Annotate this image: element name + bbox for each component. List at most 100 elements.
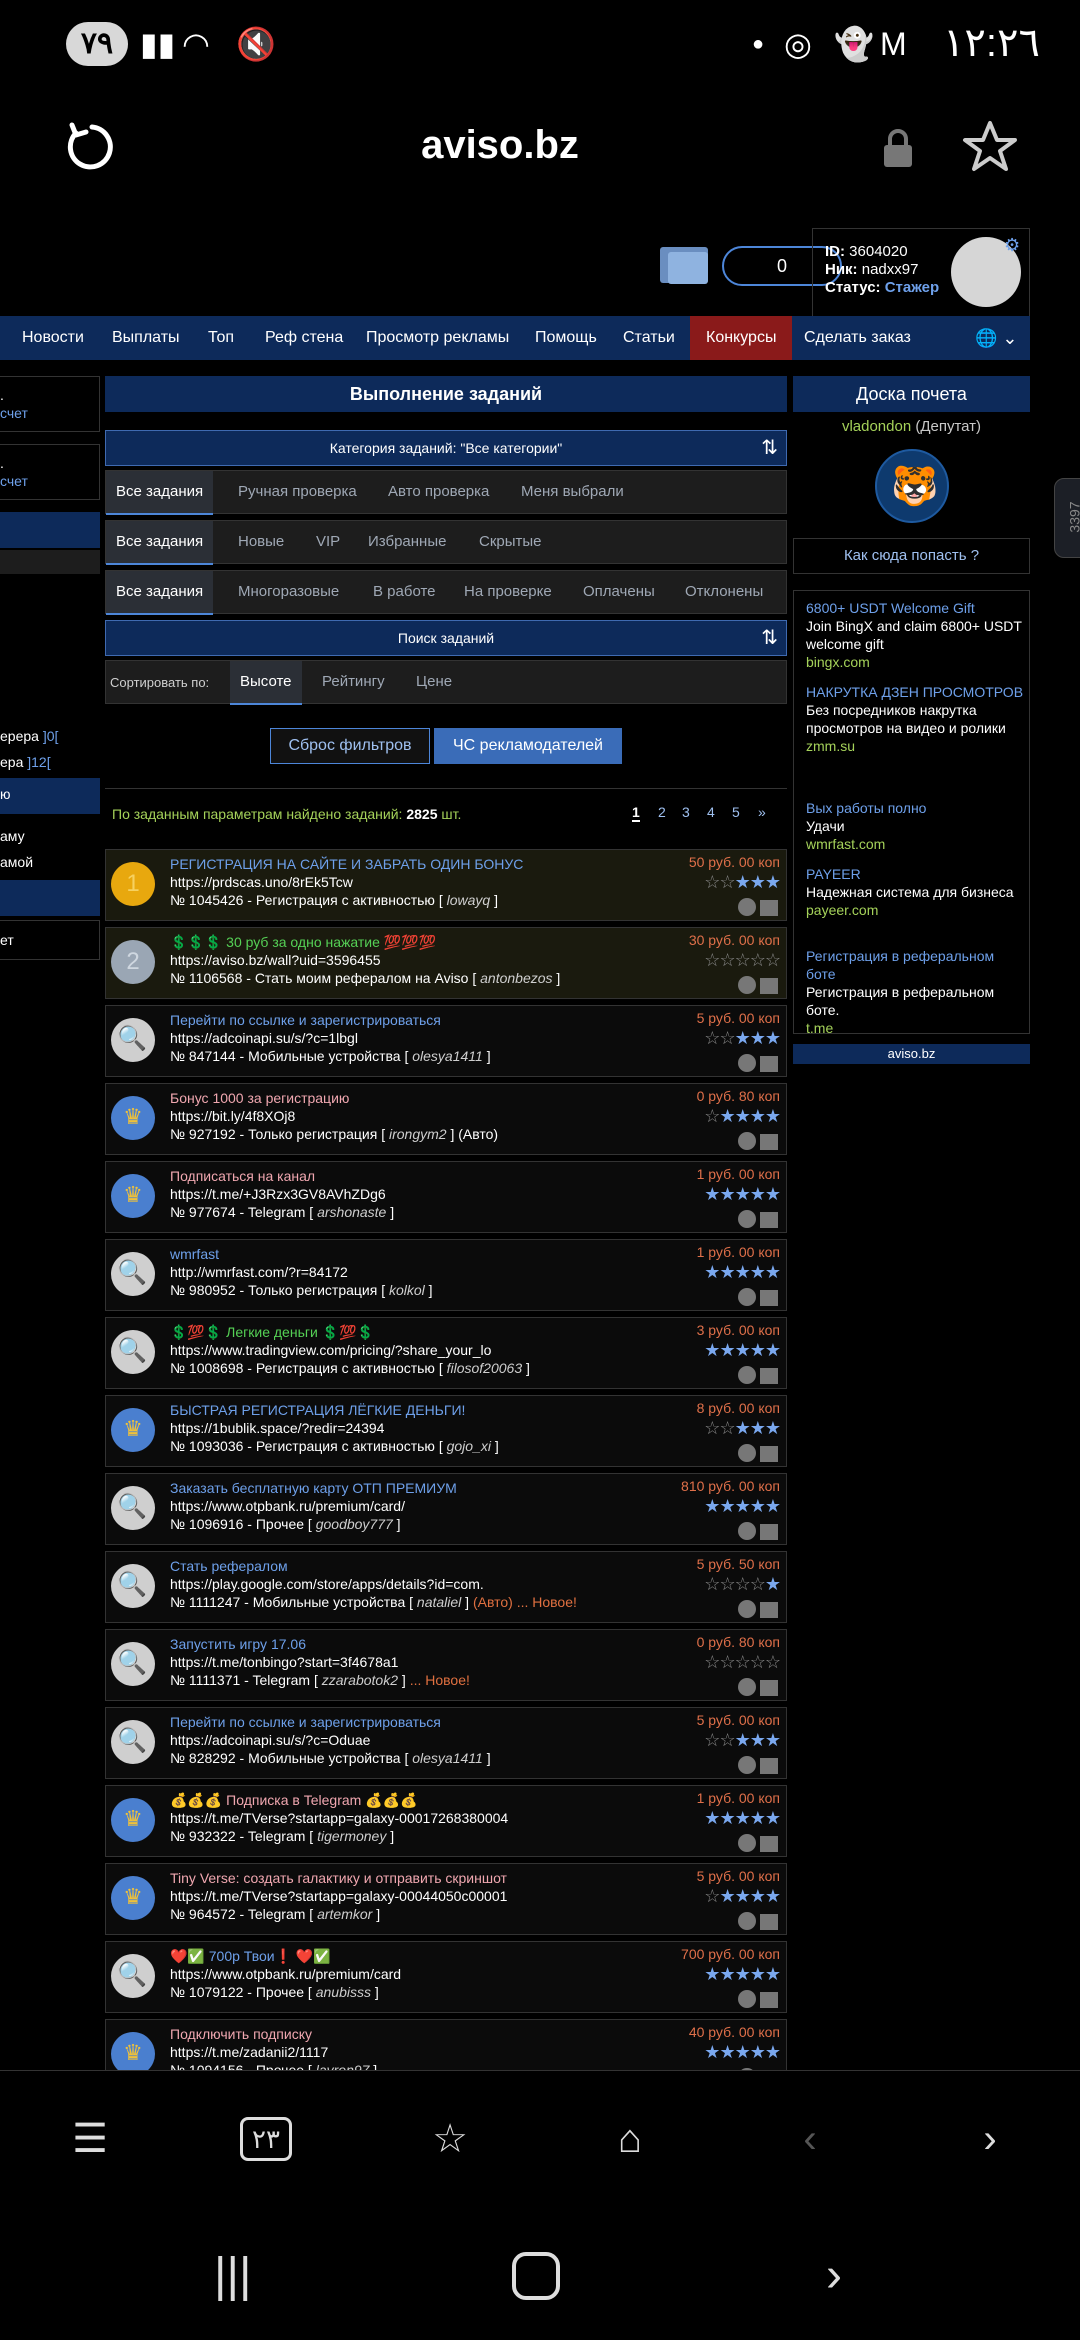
left-link[interactable]: счет xyxy=(0,405,28,421)
favorite-task-icon[interactable] xyxy=(760,1290,778,1306)
sort-by-price[interactable]: Цене xyxy=(416,661,452,705)
task-author[interactable]: arshonaste xyxy=(317,1204,386,1220)
nav-news[interactable]: Новости xyxy=(22,316,84,360)
tab-paid[interactable]: Оплачены xyxy=(583,571,655,615)
tab-all-tasks[interactable]: Все задания xyxy=(106,471,214,515)
ad-item[interactable]: Регистрация в реферальном боте Регистрац… xyxy=(806,947,1026,1037)
hide-task-icon[interactable] xyxy=(738,1054,756,1072)
tab-chosen-me[interactable]: Меня выбрали xyxy=(521,471,624,515)
task-author[interactable]: antonbezos xyxy=(480,970,552,986)
favorite-task-icon[interactable] xyxy=(760,1524,778,1540)
hide-task-icon[interactable] xyxy=(738,898,756,916)
ad-link[interactable]: zmm.su xyxy=(806,737,1026,755)
bookmarks-icon[interactable]: ☆ xyxy=(420,2109,480,2169)
task-author[interactable]: artemkor xyxy=(317,1906,372,1922)
task-title[interactable]: wmrfast xyxy=(170,1246,219,1262)
system-back-icon[interactable]: › xyxy=(826,2246,842,2306)
sort-toggle-icon[interactable]: ⇅ xyxy=(761,621,778,655)
task-title[interactable]: Стать рефералом xyxy=(170,1558,288,1574)
nav-articles[interactable]: Статьи xyxy=(623,316,675,360)
task-title[interactable]: Подписаться на канал xyxy=(170,1168,315,1184)
task-row[interactable]: 💲💲💲 30 руб за одно нажатие 💯💯💯https://av… xyxy=(105,927,787,999)
favorite-task-icon[interactable] xyxy=(760,1992,778,2008)
task-author[interactable]: lavron97 xyxy=(316,2062,370,2070)
task-row[interactable]: Заказать бесплатную карту ОТП ПРЕМИУМ htt… xyxy=(105,1473,787,1545)
recent-apps-icon[interactable]: ||| xyxy=(214,2246,251,2306)
task-row[interactable]: 💰💰💰 Подписка в Telegram 💰💰💰https://t.me/… xyxy=(105,1785,787,1857)
category-selector[interactable]: Категория заданий: "Все категории" ⇅ xyxy=(105,430,787,466)
left-text[interactable]: амой xyxy=(0,854,33,870)
favorite-task-icon[interactable] xyxy=(760,1368,778,1384)
nav-ad-view[interactable]: Просмотр рекламы xyxy=(366,316,509,360)
tab-manual-check[interactable]: Ручная проверка xyxy=(238,471,357,515)
url-title[interactable]: aviso.bz xyxy=(0,123,1000,168)
bookmark-star-icon[interactable] xyxy=(962,119,1018,175)
left-text[interactable]: аму xyxy=(0,828,25,844)
globe-icon[interactable]: 🌐 ⌄ xyxy=(975,328,1018,349)
tab-auto-check[interactable]: Авто проверка xyxy=(388,471,489,515)
left-menu-box[interactable]: ет xyxy=(0,920,100,960)
hide-task-icon[interactable] xyxy=(738,1834,756,1852)
forward-icon[interactable]: › xyxy=(960,2109,1020,2169)
ad-headline[interactable]: PAYEER xyxy=(806,865,1026,883)
task-row[interactable]: 💲💯💲 Легкие деньги 💲💯💲https://www.trading… xyxy=(105,1317,787,1389)
honor-user-name[interactable]: vladondon xyxy=(842,418,911,435)
task-author[interactable]: anubisss xyxy=(316,1984,371,2000)
task-row[interactable]: Подключить подписку https://t.me/zadanii2… xyxy=(105,2019,787,2070)
favorite-task-icon[interactable] xyxy=(760,1914,778,1930)
task-author[interactable]: lowayq xyxy=(447,892,491,908)
nav-ref-wall[interactable]: Реф стена xyxy=(265,316,343,360)
tab-all-tasks[interactable]: Все задания xyxy=(106,521,214,565)
task-author[interactable]: olesya1411 xyxy=(412,1048,483,1064)
task-author[interactable]: kolkol xyxy=(389,1282,425,1298)
ad-link[interactable]: payeer.com xyxy=(806,901,1026,919)
left-menu-bar[interactable]: ю xyxy=(0,778,100,814)
ad-link[interactable]: bingx.com xyxy=(806,653,1026,671)
task-title[interactable]: 💲💲💲 30 руб за одно нажатие 💯💯💯 xyxy=(170,934,436,951)
page-5[interactable]: 5 xyxy=(732,804,740,820)
side-panel-tab[interactable]: 3397 xyxy=(1054,478,1080,558)
favorite-task-icon[interactable] xyxy=(760,1602,778,1618)
task-row[interactable]: ❤️✅ 700р Твои❗ ❤️✅https://www.otpbank.ru… xyxy=(105,1941,787,2013)
ad-footer[interactable]: aviso.bz xyxy=(793,1044,1030,1064)
tab-favorites[interactable]: Избранные xyxy=(368,521,446,565)
page-3[interactable]: 3 xyxy=(682,804,690,820)
favorite-task-icon[interactable] xyxy=(760,978,778,994)
tab-new[interactable]: Новые xyxy=(238,521,284,565)
page-1[interactable]: 1 xyxy=(632,804,640,822)
task-author[interactable]: goodboy777 xyxy=(316,1516,393,1532)
favorite-task-icon[interactable] xyxy=(760,900,778,916)
ad-headline[interactable]: 6800+ USDT Welcome Gift xyxy=(806,599,1026,617)
blacklist-button[interactable]: ЧС рекламодателей xyxy=(434,728,622,764)
gear-icon[interactable]: ⚙ xyxy=(1004,235,1024,255)
ad-item[interactable]: НАКРУТКА ДЗЕН ПРОСМОТРОВ Без посредников… xyxy=(806,683,1026,755)
hide-task-icon[interactable] xyxy=(738,1444,756,1462)
ad-item[interactable]: PAYEER Надежная система для бизнеса paye… xyxy=(806,865,1026,919)
task-title[interactable]: ❤️✅ 700р Твои❗ ❤️✅ xyxy=(170,1948,331,1965)
task-title[interactable]: Перейти по ссылке и зарегистрироваться xyxy=(170,1012,441,1028)
honor-avatar[interactable] xyxy=(875,449,949,523)
task-row[interactable]: Подписаться на канал https://t.me/+J3Rzx3… xyxy=(105,1161,787,1233)
task-row[interactable]: РЕГИСТРАЦИЯ НА САЙТЕ И ЗАБРАТЬ ОДИН БОНУ… xyxy=(105,849,787,921)
page-4[interactable]: 4 xyxy=(707,804,715,820)
favorite-task-icon[interactable] xyxy=(760,1212,778,1228)
home-icon[interactable]: ⌂ xyxy=(600,2109,660,2169)
hide-task-icon[interactable] xyxy=(738,1678,756,1696)
menu-icon[interactable]: ☰ xyxy=(60,2109,120,2169)
nav-payouts[interactable]: Выплаты xyxy=(112,316,180,360)
task-title[interactable]: БЫСТРАЯ РЕГИСТРАЦИЯ ЛЁГКИЕ ДЕНЬГИ! xyxy=(170,1402,465,1418)
task-row[interactable]: Стать рефералом https://play.google.com/s… xyxy=(105,1551,787,1623)
tab-rejected[interactable]: Отклонены xyxy=(685,571,763,615)
left-menu-bar[interactable] xyxy=(0,512,100,548)
left-ref-line-1[interactable]: ерера ]0[ xyxy=(0,728,58,744)
hide-task-icon[interactable] xyxy=(738,1912,756,1930)
home-button-icon[interactable] xyxy=(512,2252,560,2300)
tab-hidden[interactable]: Скрытые xyxy=(479,521,542,565)
task-title[interactable]: 💰💰💰 Подписка в Telegram 💰💰💰 xyxy=(170,1792,418,1809)
left-link[interactable]: счет xyxy=(0,473,28,489)
task-row[interactable]: Tiny Verse: создать галактику и отправит… xyxy=(105,1863,787,1935)
task-row[interactable]: Перейти по ссылке и зарегистрироваться ht… xyxy=(105,1005,787,1077)
left-menu-item[interactable] xyxy=(0,550,100,574)
back-icon[interactable]: ‹ xyxy=(780,2109,840,2169)
task-row[interactable]: БЫСТРАЯ РЕГИСТРАЦИЯ ЛЁГКИЕ ДЕНЬГИ! https:… xyxy=(105,1395,787,1467)
